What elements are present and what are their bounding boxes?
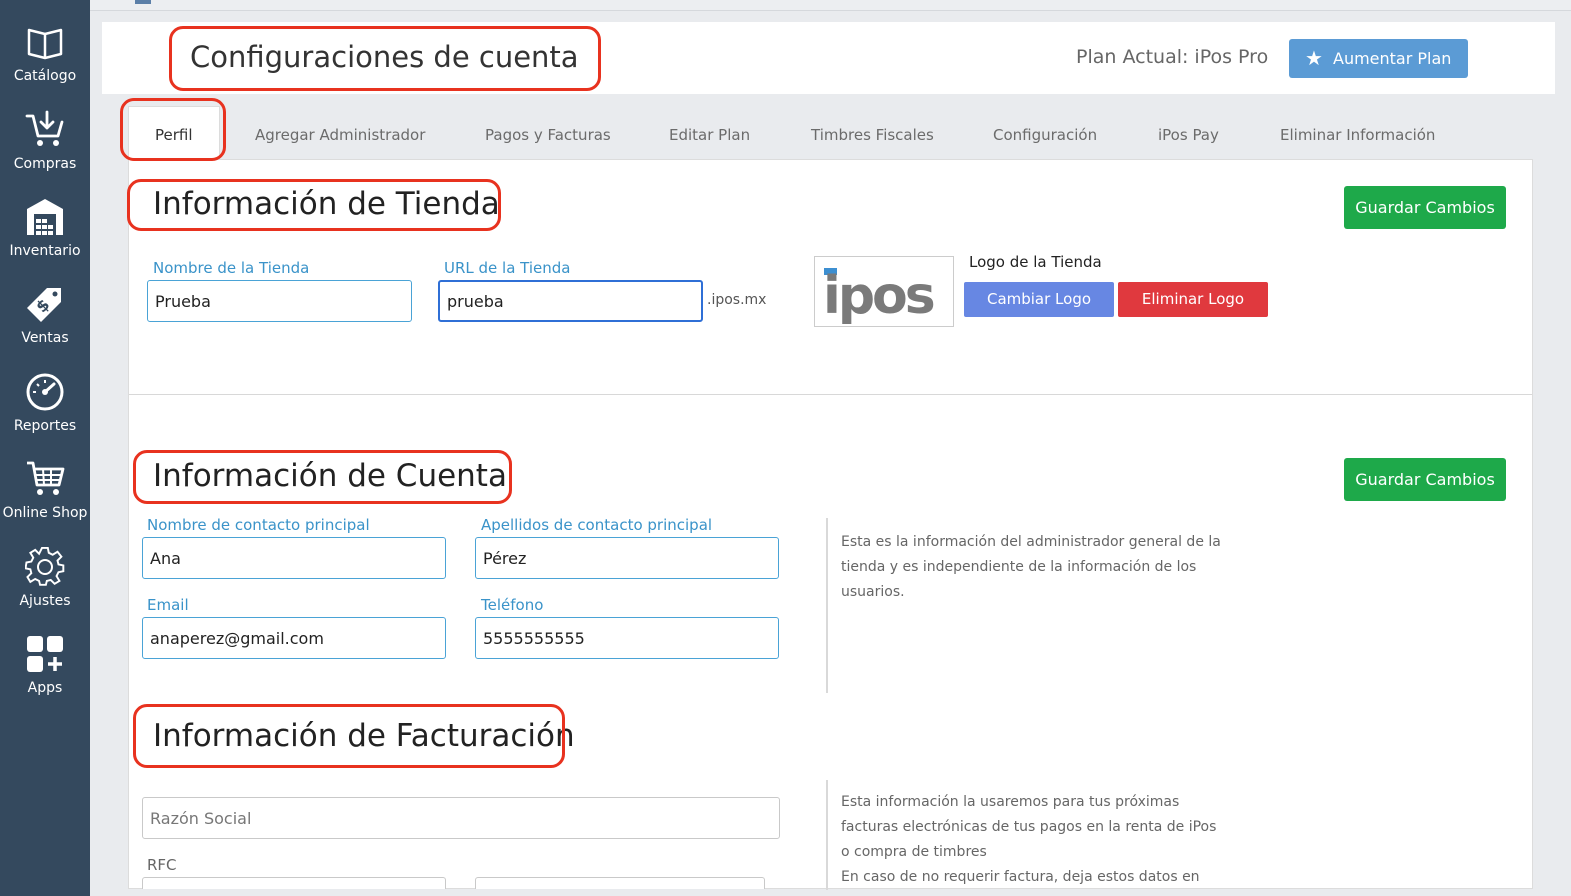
sidebar-item-label: Ventas xyxy=(21,330,69,346)
sidebar-item-label: Compras xyxy=(13,156,77,172)
warehouse-icon xyxy=(27,199,63,235)
store-logo: ipos xyxy=(814,256,954,327)
sidebar-item-apps[interactable]: Apps xyxy=(0,634,90,714)
url-suffix: .ipos.mx xyxy=(707,292,767,308)
change-logo-button[interactable]: Cambiar Logo xyxy=(964,282,1114,317)
sidebar-item-compras[interactable]: Compras xyxy=(0,110,90,190)
save-account-button[interactable]: Guardar Cambios xyxy=(1344,458,1506,501)
logo-text: ipos xyxy=(823,266,934,326)
help-divider xyxy=(826,518,828,693)
first-name-label: Nombre de contacto principal xyxy=(147,516,370,534)
sidebar-item-label: Ajustes xyxy=(19,593,71,609)
sidebar-item-ajustes[interactable]: Ajustes xyxy=(0,547,90,627)
delete-logo-button[interactable]: Eliminar Logo xyxy=(1118,282,1268,317)
sidebar-item-ventas[interactable]: $ Ventas xyxy=(0,284,90,364)
tab-perfil[interactable]: Perfil xyxy=(155,126,193,144)
store-info-title: Información de Tienda xyxy=(153,186,500,222)
page-title: Configuraciones de cuenta xyxy=(190,40,579,74)
book-icon xyxy=(27,28,63,60)
sidebar-item-online-shop[interactable]: Online Shop xyxy=(0,459,90,539)
last-name-label: Apellidos de contacto principal xyxy=(481,516,713,534)
save-store-button[interactable]: Guardar Cambios xyxy=(1344,186,1506,229)
dollar-tag-icon: $ xyxy=(27,288,61,322)
sidebar-item-inventario[interactable]: Inventario xyxy=(0,197,90,277)
star-icon: ★ xyxy=(1305,46,1323,70)
page-header: Configuraciones de cuenta Plan Actual: i… xyxy=(102,22,1555,94)
tab-ipos-pay[interactable]: iPos Pay xyxy=(1158,126,1219,144)
cart-download-icon xyxy=(25,110,64,146)
tab-editar-plan[interactable]: Editar Plan xyxy=(669,126,750,144)
sidebar-item-catalogo[interactable]: Catálogo xyxy=(0,22,90,102)
gear-icon xyxy=(25,547,65,586)
billing-help-text: Esta información la usaremos para tus pr… xyxy=(841,794,1217,885)
phone-label: Teléfono xyxy=(481,596,544,614)
billing-help-divider xyxy=(826,780,828,890)
top-strip xyxy=(90,0,1571,11)
current-plan-label: Plan Actual: iPos Pro xyxy=(1076,46,1269,68)
rfc-label: RFC xyxy=(147,856,177,874)
sidebar-item-label: Catálogo xyxy=(13,68,77,84)
tab-agregar-administrador[interactable]: Agregar Administrador xyxy=(255,126,425,144)
sidebar-item-label: Apps xyxy=(27,680,63,696)
shopping-cart-icon xyxy=(27,461,65,495)
sidebar-item-label: Online Shop xyxy=(2,505,88,521)
rfc-secondary-input[interactable] xyxy=(475,877,765,889)
ipos-logo: ipos xyxy=(823,266,937,326)
billing-info-title: Información de Facturación xyxy=(153,718,575,754)
sidebar: Catálogo Compras Inventario $ Ventas Rep… xyxy=(0,0,90,896)
phone-field[interactable] xyxy=(475,617,779,659)
section-divider xyxy=(129,394,1532,395)
sidebar-item-reportes[interactable]: Reportes xyxy=(0,372,90,452)
sidebar-item-label: Reportes xyxy=(13,418,77,434)
account-info-title: Información de Cuenta xyxy=(153,458,507,494)
apps-grid-icon xyxy=(27,636,63,672)
store-url-label: URL de la Tienda xyxy=(444,259,571,277)
account-help-text: Esta es la información del administrador… xyxy=(841,534,1221,600)
last-name-input[interactable] xyxy=(475,537,779,579)
tab-configuracion[interactable]: Configuración xyxy=(993,126,1097,144)
tab-eliminar-informacion[interactable]: Eliminar Información xyxy=(1280,126,1435,144)
email-field[interactable] xyxy=(142,617,446,659)
store-name-input[interactable] xyxy=(147,280,412,322)
tab-timbres-fiscales[interactable]: Timbres Fiscales xyxy=(811,126,934,144)
first-name-input[interactable] xyxy=(142,537,446,579)
upgrade-plan-button[interactable]: ★ Aumentar Plan xyxy=(1289,39,1468,78)
speedometer-icon xyxy=(26,373,64,411)
email-label: Email xyxy=(147,596,189,614)
store-url-input[interactable] xyxy=(438,280,703,322)
rfc-input[interactable] xyxy=(142,877,446,889)
logo-label: Logo de la Tienda xyxy=(969,253,1102,271)
sidebar-item-label: Inventario xyxy=(9,243,81,259)
store-name-label: Nombre de la Tienda xyxy=(153,259,310,277)
tab-pagos-facturas[interactable]: Pagos y Facturas xyxy=(485,126,611,144)
business-name-input[interactable] xyxy=(142,797,780,839)
